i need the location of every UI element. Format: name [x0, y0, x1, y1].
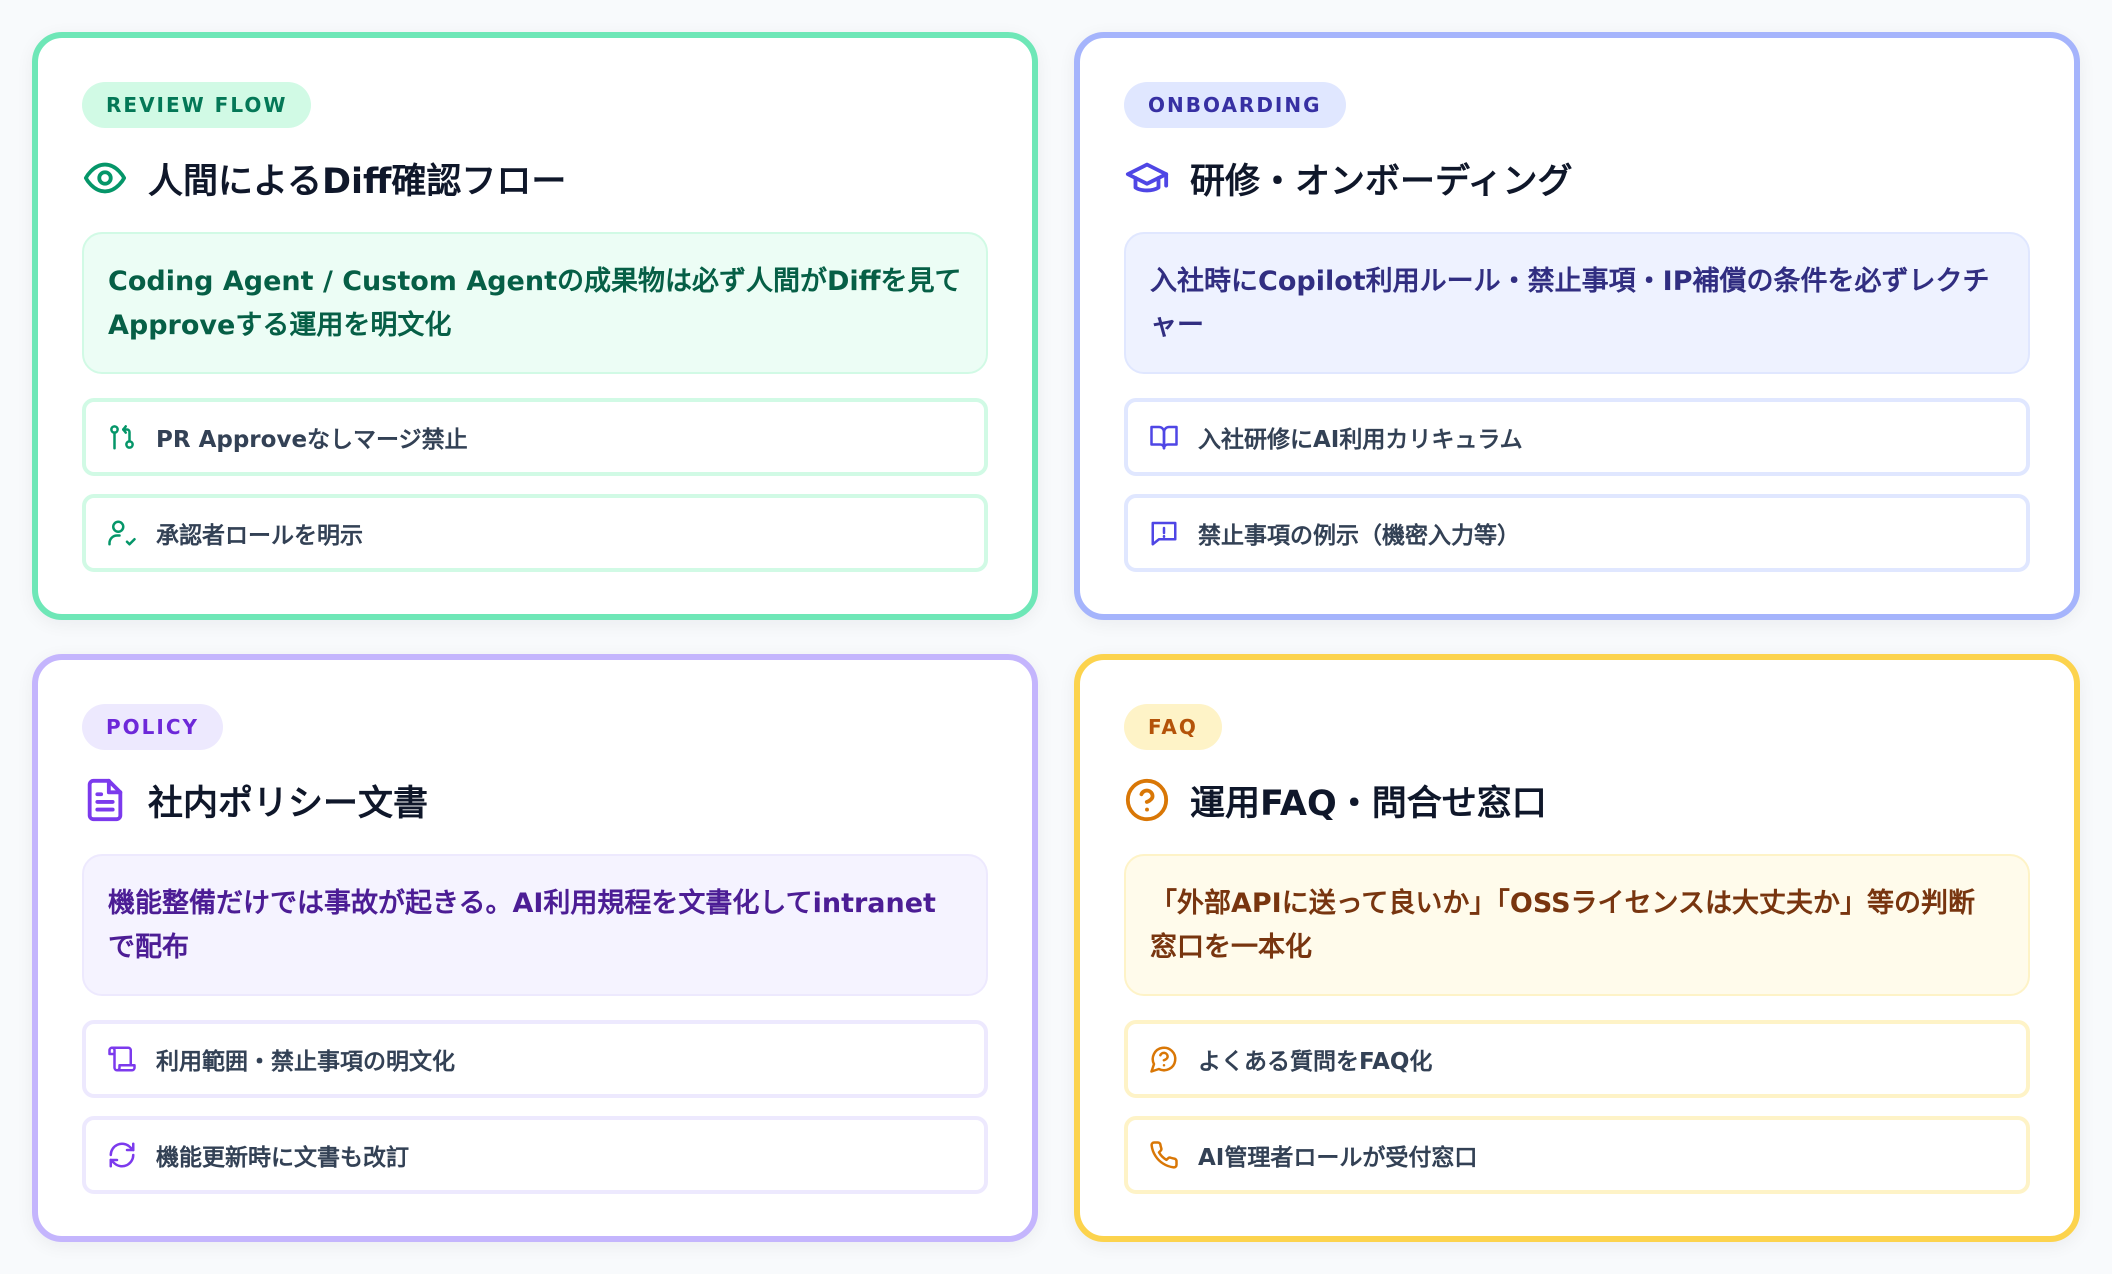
item-label: PR Approveなしマージ禁止 — [156, 427, 468, 453]
summary-line: 窓口を一本化 — [1150, 932, 1312, 963]
card-title: 人間によるDiff確認フロー — [148, 161, 567, 202]
list-item: よくある質問をFAQ化 — [1124, 1020, 2030, 1098]
message-question-icon — [1148, 1043, 1180, 1075]
item-label: よくある質問をFAQ化 — [1198, 1049, 1433, 1075]
item-label: 承認者ロールを明示 — [156, 523, 363, 549]
card-title: 社内ポリシー文書 — [148, 783, 429, 824]
review-flow-card: REVIEW FLOW 人間によるDiff確認フロー Coding Agent … — [32, 32, 1038, 620]
category-tag: ONBOARDING — [1124, 82, 1346, 128]
user-check-icon — [106, 517, 138, 549]
book-open-icon — [1148, 421, 1180, 453]
list-item: 禁止事項の例示（機密入力等） — [1124, 494, 2030, 572]
card-grid: REVIEW FLOW 人間によるDiff確認フロー Coding Agent … — [32, 32, 2080, 1242]
item-label: 禁止事項の例示（機密入力等） — [1198, 523, 1520, 549]
list-item: 機能更新時に文書も改訂 — [82, 1116, 988, 1194]
faq-card: FAQ 運用FAQ・問合せ窓口 「外部APIに送って良いか」「OSSライセンスは… — [1074, 654, 2080, 1242]
summary-line: 「外部APIに送って良いか」「OSSライセンスは大丈夫か」等の判断 — [1150, 888, 1975, 919]
card-summary: 入社時にCopilot利用ルール・禁止事項・IP補償の条件を必ずレクチ ャー — [1124, 232, 2030, 374]
eye-icon — [82, 155, 128, 201]
message-alert-icon — [1148, 517, 1180, 549]
item-label: 機能更新時に文書も改訂 — [156, 1145, 409, 1171]
help-circle-icon — [1124, 777, 1170, 823]
onboarding-card: ONBOARDING 研修・オンボーディング 入社時にCopilot利用ルール・… — [1074, 32, 2080, 620]
card-title: 研修・オンボーディング — [1190, 161, 1573, 202]
phone-icon — [1148, 1139, 1180, 1171]
card-header: 社内ポリシー文書 — [82, 774, 988, 826]
category-tag: REVIEW FLOW — [82, 82, 312, 128]
git-pull-request-icon — [106, 421, 138, 453]
category-tag: FAQ — [1124, 704, 1222, 750]
summary-line: 機能整備だけでは事故が起きる。AI利用規程を文書化してintranet — [108, 888, 936, 919]
summary-line: で配布 — [108, 932, 189, 963]
graduation-cap-icon — [1124, 155, 1170, 201]
summary-line: Approveする運用を明文化 — [108, 310, 452, 341]
scroll-icon — [106, 1043, 138, 1075]
category-tag: POLICY — [82, 704, 224, 750]
card-header: 運用FAQ・問合せ窓口 — [1124, 774, 2030, 826]
item-label: 入社研修にAI利用カリキュラム — [1198, 427, 1523, 453]
summary-line: Coding Agent / Custom Agentの成果物は必ず人間がDif… — [108, 266, 962, 297]
card-summary: 機能整備だけでは事故が起きる。AI利用規程を文書化してintranet で配布 — [82, 854, 988, 996]
item-label: 利用範囲・禁止事項の明文化 — [156, 1049, 455, 1075]
list-item: 承認者ロールを明示 — [82, 494, 988, 572]
card-summary: 「外部APIに送って良いか」「OSSライセンスは大丈夫か」等の判断 窓口を一本化 — [1124, 854, 2030, 996]
list-item: AI管理者ロールが受付窓口 — [1124, 1116, 2030, 1194]
refresh-icon — [106, 1139, 138, 1171]
list-item: PR Approveなしマージ禁止 — [82, 398, 988, 476]
item-label: AI管理者ロールが受付窓口 — [1198, 1145, 1478, 1171]
policy-card: POLICY 社内ポリシー文書 機能整備だけでは事故が起きる。AI利用規程を文書… — [32, 654, 1038, 1242]
card-summary: Coding Agent / Custom Agentの成果物は必ず人間がDif… — [82, 232, 988, 374]
summary-line: 入社時にCopilot利用ルール・禁止事項・IP補償の条件を必ずレクチ — [1150, 266, 1990, 297]
card-title: 運用FAQ・問合せ窓口 — [1190, 783, 1547, 824]
summary-line: ャー — [1150, 310, 1204, 341]
file-text-icon — [82, 777, 128, 823]
list-item: 利用範囲・禁止事項の明文化 — [82, 1020, 988, 1098]
card-header: 人間によるDiff確認フロー — [82, 152, 988, 204]
card-header: 研修・オンボーディング — [1124, 152, 2030, 204]
list-item: 入社研修にAI利用カリキュラム — [1124, 398, 2030, 476]
